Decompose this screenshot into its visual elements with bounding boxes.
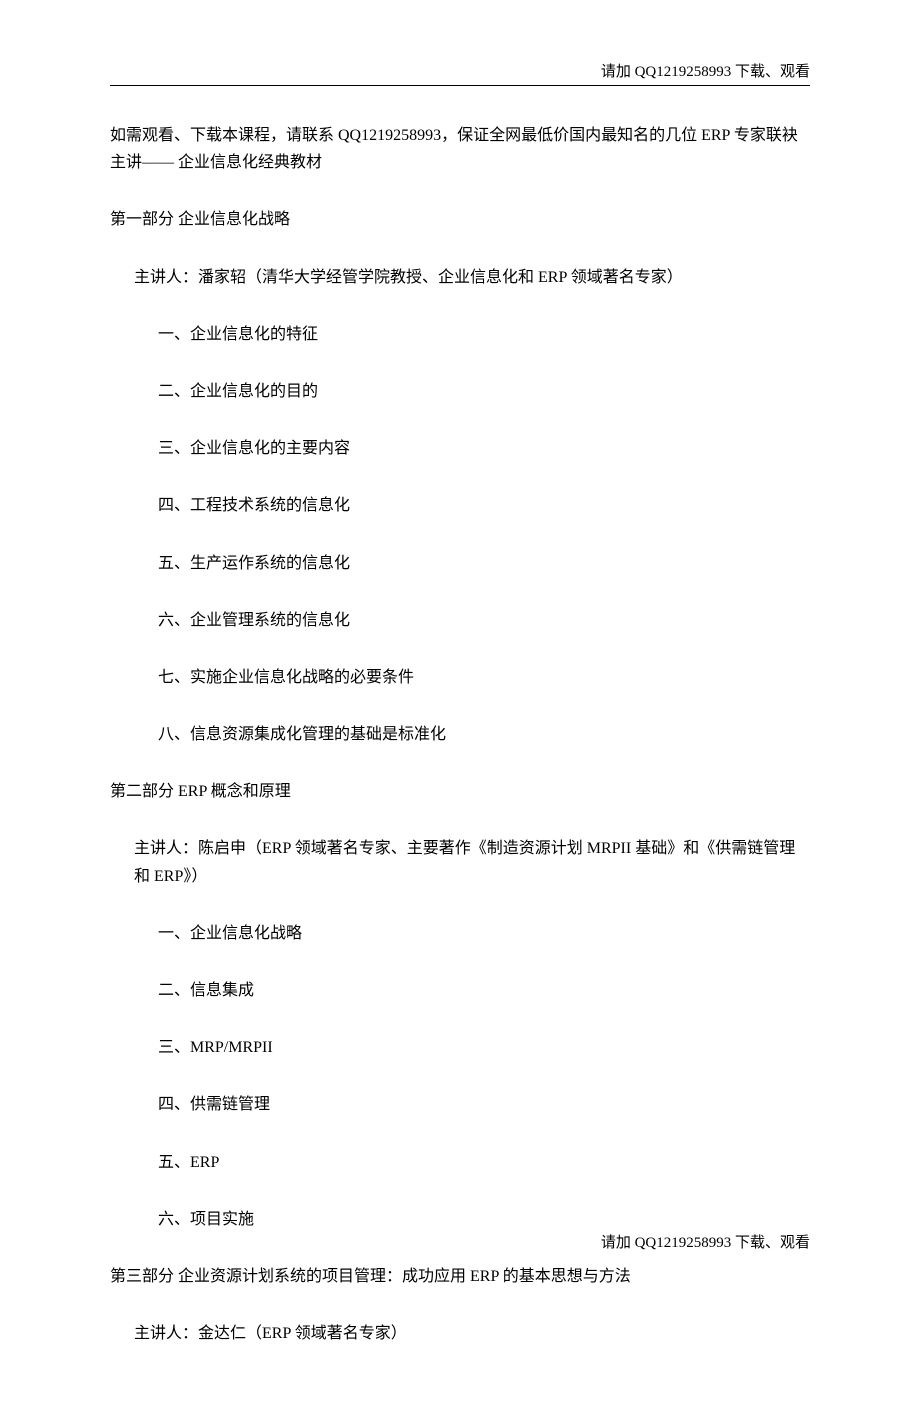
section-2-topic-5: 五、ERP — [110, 1149, 810, 1176]
section-1-topic-3: 三、企业信息化的主要内容 — [110, 435, 810, 462]
section-1-title: 第一部分 企业信息化战略 — [110, 206, 810, 233]
section-1-topic-8: 八、信息资源集成化管理的基础是标准化 — [110, 721, 810, 748]
section-2-topic-2: 二、信息集成 — [110, 977, 810, 1004]
section-1-topic-7: 七、实施企业信息化战略的必要条件 — [110, 664, 810, 691]
section-2-lecturer: 主讲人：陈启申（ERP 领域著名专家、主要著作《制造资源计划 MRPII 基础》… — [110, 835, 810, 889]
section-3-title: 第三部分 企业资源计划系统的项目管理：成功应用 ERP 的基本思想与方法 — [110, 1263, 810, 1290]
section-1-topic-6: 六、企业管理系统的信息化 — [110, 607, 810, 634]
page-header: 请加 QQ1219258993 下载、观看 — [110, 60, 810, 86]
section-2-topic-4: 四、供需链管理 — [110, 1091, 810, 1118]
section-2-topic-1: 一、企业信息化战略 — [110, 920, 810, 947]
section-3-lecturer: 主讲人：金达仁（ERP 领域著名专家） — [110, 1320, 810, 1347]
intro-paragraph: 如需观看、下载本课程，请联系 QQ1219258993，保证全网最低价国内最知名… — [110, 122, 810, 176]
section-1-topic-4: 四、工程技术系统的信息化 — [110, 492, 810, 519]
section-1-lecturer: 主讲人：潘家轺（清华大学经管学院教授、企业信息化和 ERP 领域著名专家） — [110, 264, 810, 291]
section-1-topic-5: 五、生产运作系统的信息化 — [110, 550, 810, 577]
section-1-topic-1: 一、企业信息化的特征 — [110, 321, 810, 348]
section-2-title: 第二部分 ERP 概念和原理 — [110, 778, 810, 805]
section-2-topic-6: 六、项目实施 — [110, 1206, 810, 1233]
section-1-topic-2: 二、企业信息化的目的 — [110, 378, 810, 405]
section-2-topic-3: 三、MRP/MRPII — [110, 1034, 810, 1061]
page-footer: 请加 QQ1219258993 下载、观看 — [601, 1231, 810, 1252]
